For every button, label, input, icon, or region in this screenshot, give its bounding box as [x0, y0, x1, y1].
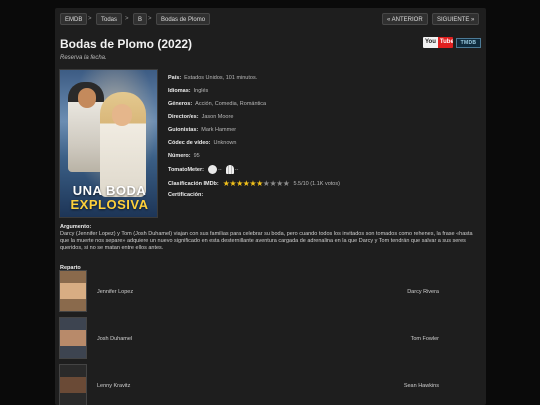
detail-video-codec: Códec de vídeo: Unknown: [168, 140, 236, 146]
detail-tomatometer: TomatoMeter: -- --: [168, 165, 238, 174]
movie-title: Bodas de Plomo (2022): [60, 37, 193, 51]
breadcrumb-separator: >: [148, 16, 152, 22]
breadcrumb-letter[interactable]: B: [133, 13, 148, 25]
detail-country: País: Estados Unidos, 101 minutos.: [168, 75, 257, 81]
cast-name[interactable]: Jennifer Lopez: [97, 289, 133, 295]
star-icon: ★: [256, 179, 263, 188]
star-icon: ★: [276, 179, 283, 188]
popcorn-icon: [225, 165, 234, 174]
imdb-label: Clasificación IMDb:: [168, 181, 219, 187]
breadcrumb-separator: >: [88, 16, 92, 22]
poster-face-man: [78, 88, 96, 108]
detail-genres: Géneros: Acción, Comedia, Romántica: [168, 101, 266, 107]
poster-title-line2: EXPLOSIVA: [70, 197, 149, 212]
cast-photo: [59, 270, 87, 312]
next-button[interactable]: SIGUIENTE »: [432, 13, 480, 25]
breadcrumb-todas[interactable]: Todas: [96, 13, 123, 25]
star-icon: ★: [236, 179, 243, 188]
tmdb-icon[interactable]: TMDB: [456, 38, 481, 48]
plot-text: Darcy (Jennifer Lopez) y Tom (Josh Duham…: [60, 231, 473, 251]
movie-poster: UNA BODA EXPLOSIVA: [59, 69, 158, 218]
detail-certification: Certificación:: [168, 192, 206, 198]
detail-languages: Idiomas: Inglés: [168, 88, 208, 94]
plot-label: Argumento:: [60, 224, 92, 230]
breadcrumb-separator: >: [125, 16, 129, 22]
youtube-logo-tube: Tube: [437, 37, 453, 48]
cast-member[interactable]: Jennifer Lopez Darcy Rivera: [55, 270, 486, 314]
detail-label: Idiomas:: [168, 88, 191, 94]
detail-label: Número:: [168, 153, 191, 159]
tomatometer-critics: --: [217, 166, 222, 173]
detail-imdb-rating: Clasificación IMDb: ★★★★★★★★★★ 5.5/10 (1.1…: [168, 179, 340, 188]
youtube-logo-you: You: [423, 37, 438, 48]
previous-button[interactable]: « ANTERIOR: [382, 13, 428, 25]
star-icon: ★: [282, 179, 290, 188]
detail-label: Director/es:: [168, 114, 199, 120]
poster-face-woman: [112, 104, 132, 126]
star-rating: ★★★★★★★★★★: [223, 179, 290, 188]
top-navigation: EMDB > Todas > B > Bodas de Plomo « ANTE…: [60, 13, 481, 25]
detail-label: Géneros:: [168, 101, 193, 107]
cast-role: Darcy Rivera: [407, 289, 439, 295]
tagline: Reserva la fecha.: [60, 55, 107, 61]
cast-member[interactable]: Josh Duhamel Tom Fowler: [55, 317, 486, 361]
tomatometer-audience: --: [234, 166, 239, 173]
cast-role: Tom Fowler: [410, 336, 439, 342]
movie-page: EMDB > Todas > B > Bodas de Plomo « ANTE…: [55, 8, 486, 405]
detail-label: País:: [168, 75, 182, 81]
detail-value: Unknown: [213, 140, 237, 146]
cast-role: Sean Hawkins: [403, 383, 439, 389]
youtube-icon[interactable]: You Tube: [423, 37, 453, 48]
detail-value: Inglés: [193, 88, 209, 94]
breadcrumb-emdb[interactable]: EMDB: [60, 13, 88, 25]
certification-label: Certificación:: [168, 192, 204, 198]
detail-label: Códec de vídeo:: [168, 140, 211, 146]
detail-value: Jason Moore: [201, 114, 234, 120]
detail-label: Guionistas:: [168, 127, 199, 133]
detail-value: Acción, Comedia, Romántica: [195, 101, 267, 107]
detail-directors: Director/es: Jason Moore: [168, 114, 233, 120]
detail-number: Número: 95: [168, 153, 200, 159]
imdb-score-text: 5.5/10 (1.1K votos): [293, 181, 340, 187]
detail-value: Estados Unidos, 101 minutos.: [184, 75, 258, 81]
cast-photo: [59, 364, 87, 405]
detail-writers: Guionistas: Mark Hammer: [168, 127, 236, 133]
tomato-icon: [207, 165, 217, 174]
cast-member[interactable]: Lenny Kravitz Sean Hawkins: [55, 364, 486, 405]
cast-name[interactable]: Josh Duhamel: [97, 336, 132, 342]
detail-value: Mark Hammer: [201, 127, 237, 133]
cast-name[interactable]: Lenny Kravitz: [97, 383, 130, 389]
tomatometer-label: TomatoMeter:: [168, 166, 204, 173]
poster-title-line1: UNA BODA: [72, 183, 147, 198]
cast-photo: [59, 317, 87, 359]
detail-value: 95: [193, 153, 200, 159]
breadcrumb-current[interactable]: Bodas de Plomo: [156, 13, 211, 25]
